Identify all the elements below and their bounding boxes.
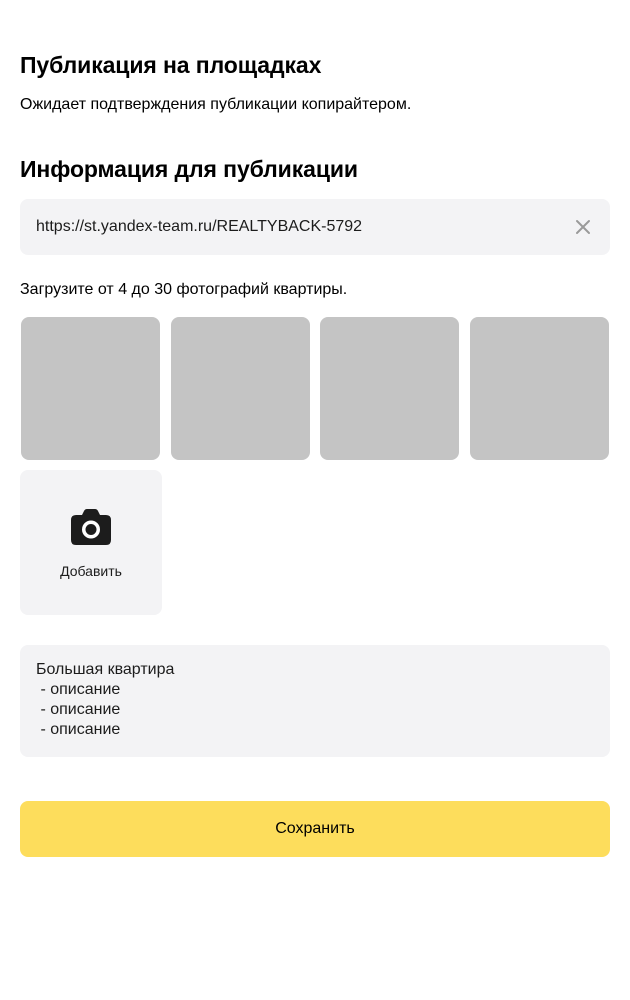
add-photo-button[interactable]: Добавить [20,470,162,615]
photo-thumbnail-3[interactable] [320,317,459,460]
photo-thumbnail-1[interactable] [21,317,160,460]
description-textarea[interactable]: Большая квартира - описание - описание -… [20,645,610,757]
photo-thumbnail-2[interactable] [171,317,310,460]
url-field [20,199,610,255]
close-icon[interactable] [574,218,592,236]
url-input[interactable] [36,199,556,255]
photo-thumbnail-4[interactable] [470,317,609,460]
add-photo-label: Добавить [60,563,122,579]
info-title: Информация для публикации [20,156,358,182]
save-button[interactable]: Сохранить [20,801,610,857]
photos-hint: Загрузите от 4 до 30 фотографий квартиры… [20,281,348,298]
camera-icon [70,508,112,546]
publication-title: Публикация на площадках [20,52,322,78]
publication-status: Ожидает подтверждения публикации копирай… [20,96,412,113]
